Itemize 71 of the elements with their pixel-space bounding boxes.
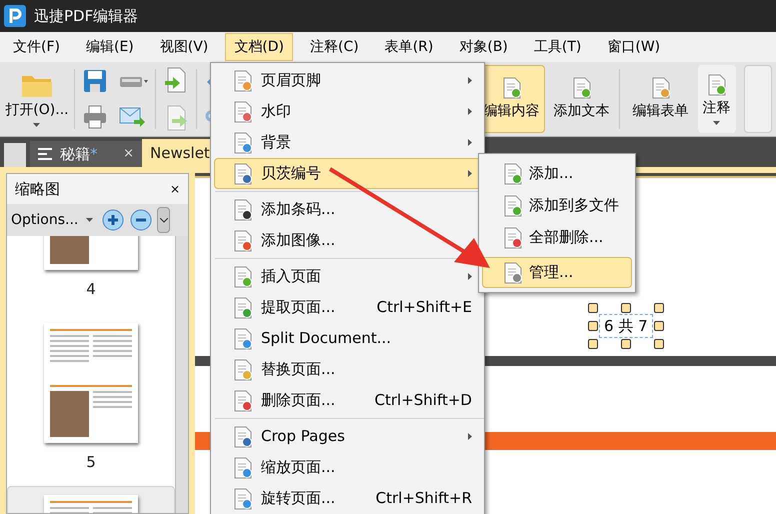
zoom-out-icon[interactable] [129, 208, 154, 232]
menu-bar-item[interactable]: 文件(F) [4, 33, 69, 61]
menu-item[interactable]: 全部删除... [482, 222, 632, 253]
menu-item[interactable]: 管理... [482, 257, 632, 288]
menu-item[interactable]: Split Document... [214, 323, 481, 354]
text-page-icon [650, 76, 671, 98]
document-tab[interactable]: 秘籍* × [30, 141, 142, 167]
resize-handle[interactable] [654, 321, 664, 331]
resize-handle[interactable] [588, 302, 598, 313]
printer-icon[interactable] [82, 105, 107, 129]
shortcut-text: Ctrl+Shift+D [374, 390, 472, 412]
caret-icon [86, 218, 94, 222]
grip-icon [4, 143, 26, 167]
menu-item[interactable]: 插入页面 [214, 261, 481, 292]
menu-bar-item[interactable]: 编辑(E) [76, 33, 143, 61]
text-page-icon [502, 76, 522, 98]
menu-item[interactable]: 缩放页面... [214, 452, 481, 483]
menu-item[interactable]: Crop Pages [214, 421, 481, 452]
app-logo-icon [4, 5, 26, 27]
menu-item[interactable]: 添加到多文件 [482, 190, 632, 221]
toolbar-button[interactable]: 添加文本 [548, 65, 615, 133]
menu-item[interactable]: 提取页面... Ctrl+Shift+E [214, 292, 481, 323]
scrollbar[interactable] [175, 236, 188, 513]
panel-title: 缩略图 [15, 178, 60, 200]
menu-item[interactable]: 添加... [482, 158, 632, 189]
menu-bar-item[interactable]: 对象(B) [450, 33, 517, 61]
menu-bar-item[interactable]: 文档(D) [225, 33, 293, 61]
page-number: 4 [86, 279, 96, 300]
chevron-down-icon [160, 218, 168, 222]
open-button[interactable]: 打开(O)... [4, 66, 70, 132]
page-thumbnail[interactable] [44, 322, 138, 442]
menu-item[interactable]: 删除页面... Ctrl+Shift+D [214, 385, 481, 416]
page-import-icon[interactable] [164, 67, 188, 93]
pages-add-icon [503, 194, 523, 216]
shortcut-text: Ctrl+Shift+E [376, 297, 472, 318]
page-add-icon [233, 266, 253, 288]
resize-handle[interactable] [588, 321, 598, 331]
resize-handle[interactable] [620, 339, 631, 350]
menu-item[interactable]: 水印 [214, 96, 481, 127]
menu-bar-item[interactable]: 视图(V) [150, 33, 218, 61]
page-number: 5 [86, 452, 96, 472]
close-button[interactable]: × [170, 180, 180, 198]
toolbar-button[interactable]: 编辑表单 [628, 65, 694, 133]
menu-item[interactable]: 添加条码... [214, 194, 481, 225]
menu-bar-item[interactable]: 工具(T) [524, 33, 590, 61]
resize-handle[interactable] [620, 302, 631, 313]
shortcut-text: Ctrl+Shift+R [376, 488, 472, 510]
page-number-field[interactable]: 6 共 7 [599, 314, 653, 338]
menu-item[interactable]: 添加图像... [214, 225, 481, 256]
toolbar-button[interactable]: 注释 [698, 65, 736, 133]
window-title: 迅捷PDF编辑器 [34, 6, 138, 27]
menu-bar-item[interactable]: 注释(C) [301, 33, 368, 61]
options-dropdown[interactable]: Options... [11, 210, 98, 230]
text-page-icon [706, 74, 727, 96]
menu-item[interactable]: 旋转页面... Ctrl+Shift+R [214, 483, 481, 514]
page-add-icon [503, 162, 523, 184]
save-icon[interactable] [82, 69, 107, 93]
menu-item[interactable]: 贝茨编号 [214, 158, 481, 189]
menu-item[interactable]: 替换页面... [214, 354, 481, 385]
resize-handle[interactable] [588, 339, 598, 350]
resize-handle[interactable] [654, 339, 664, 350]
list-icon [38, 148, 52, 160]
menu-item[interactable]: 页眉页脚 [214, 65, 481, 96]
text-page-icon [572, 76, 592, 98]
close-tab-button[interactable]: × [123, 144, 134, 164]
menu-bar-item[interactable]: 表单(R) [376, 33, 442, 61]
chevron-button[interactable] [157, 207, 170, 233]
menu-bar-item[interactable]: 窗口(W) [598, 33, 670, 61]
modified-mark: * [90, 144, 98, 165]
resize-handle[interactable] [654, 302, 664, 313]
zoom-in-icon[interactable] [101, 208, 126, 232]
